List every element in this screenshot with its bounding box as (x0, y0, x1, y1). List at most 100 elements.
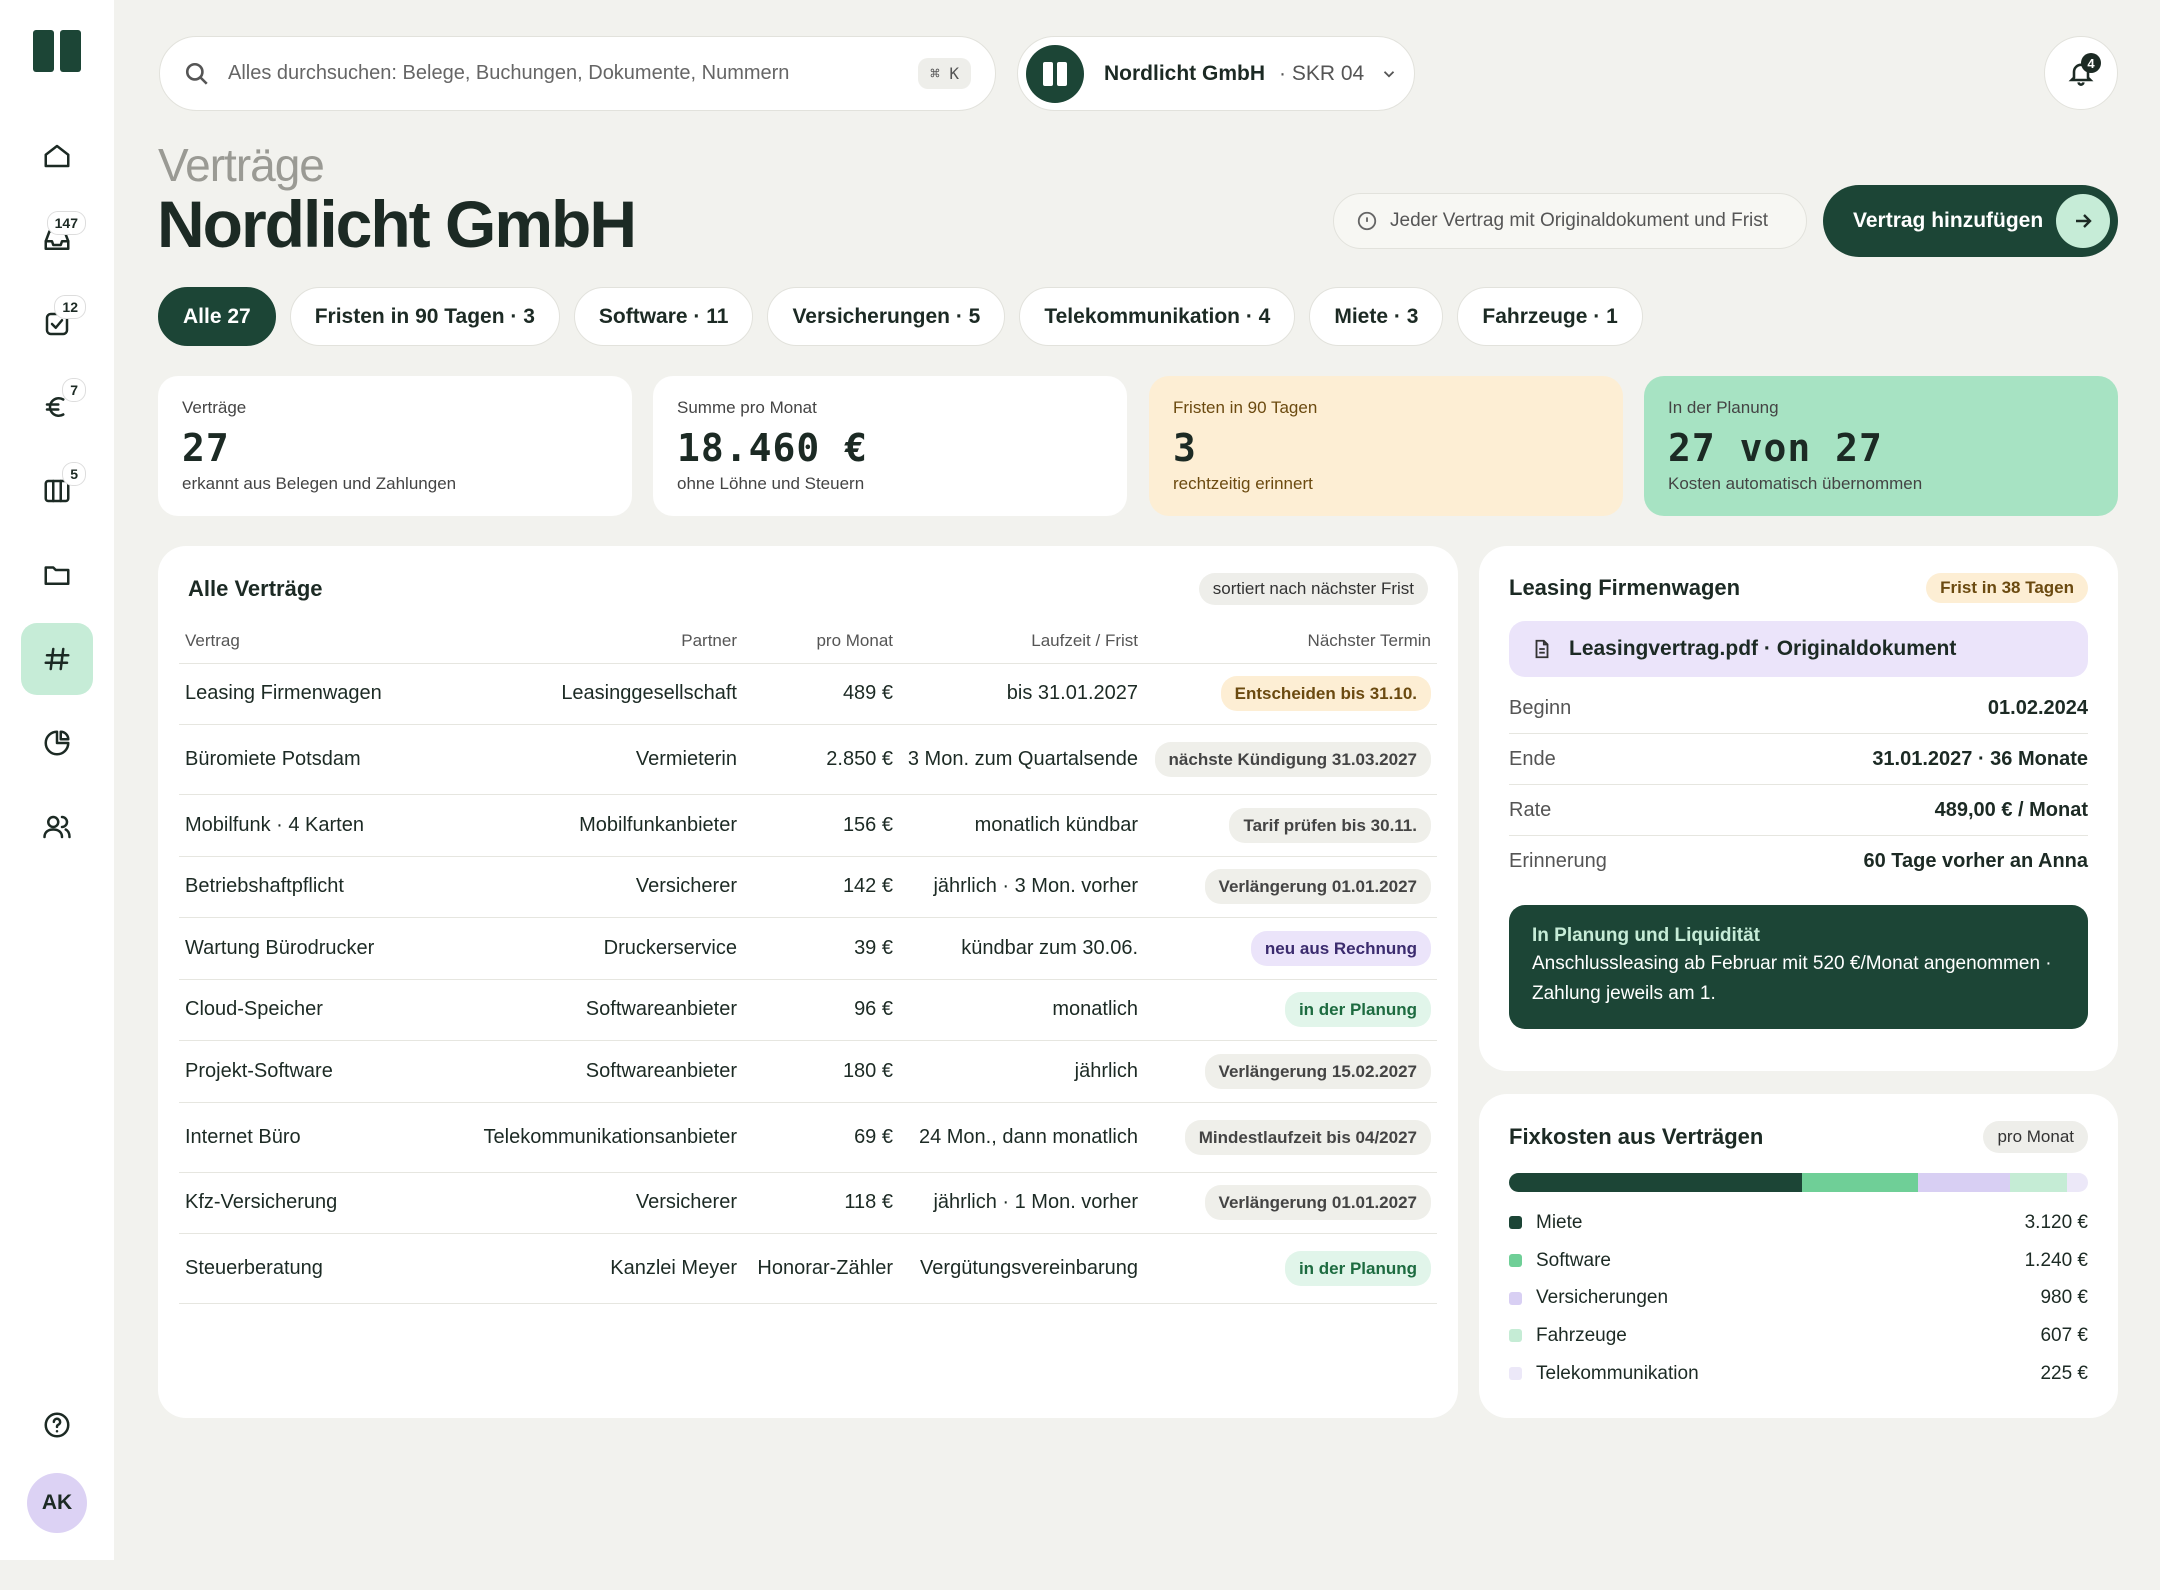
legend-swatch (1509, 1216, 1522, 1230)
euro-icon[interactable]: 7 (21, 371, 93, 443)
notifications-button[interactable]: 4 (2044, 36, 2118, 110)
cell-monthly: 489 € (743, 663, 899, 725)
search-icon (185, 62, 208, 85)
stat-sub: rechtzeitig erinnert (1173, 474, 1313, 493)
stat-label: Fristen in 90 Tagen (1173, 398, 1318, 417)
legend-swatch (1509, 1291, 1522, 1305)
bar-segment-miete (1509, 1173, 1802, 1192)
app-logo[interactable] (33, 30, 81, 72)
stat-card-planning: In der Planung 27 von 27 Kosten automati… (1644, 376, 2118, 516)
cell-monthly: 2.850 € (743, 724, 899, 795)
col-next-date[interactable]: Nächster Termin (1144, 619, 1437, 664)
pie-chart-icon[interactable] (21, 707, 93, 779)
cell-monthly: 39 € (743, 917, 899, 980)
search-bar[interactable]: Alles durchsuchen: Belege, Buchungen, Do… (159, 36, 996, 111)
stat-value: 3 (1173, 426, 1197, 470)
next-date-tag: Entscheiden bis 31.10. (1220, 676, 1431, 712)
contract-detail-card: Leasing Firmenwagen Frist in 38 Tagen Le… (1479, 546, 2118, 1071)
help-icon[interactable] (21, 1389, 93, 1461)
fixed-costs-title: Fixkosten aus Verträgen (1509, 1124, 1764, 1149)
legend-label: Fahrzeuge (1536, 1324, 1627, 1346)
document-icon (1535, 639, 1549, 659)
cell-term: 3 Mon. zum Quartalsende (899, 724, 1144, 795)
detail-title: Leasing Firmenwagen (1509, 575, 1741, 600)
table-row[interactable]: Cloud-Speicher Softwareanbieter 96 € monatl… (179, 979, 1437, 1041)
detail-row-reminder: Erinnerung 60 Tage vorher an Anna (1509, 836, 2088, 887)
company-switcher[interactable]: Nordlicht GmbH · SKR 04 (1017, 36, 1415, 111)
filter-chip-all[interactable]: Alle 27 (158, 287, 276, 346)
add-contract-button[interactable]: Vertrag hinzufügen (1823, 185, 2118, 257)
legend-swatch (1509, 1329, 1522, 1343)
legend-item: Miete 3.120 € (1509, 1204, 2088, 1242)
table-row[interactable]: Betriebshaftpflicht Versicherer 142 € jährl… (179, 856, 1437, 918)
legend-swatch (1509, 1254, 1522, 1268)
cell-partner: Versicherer (471, 1172, 743, 1234)
cell-contract-name: Cloud-Speicher (179, 979, 471, 1041)
stat-sub: Kosten automatisch übernommen (1668, 474, 1923, 493)
col-monthly[interactable]: pro Monat (743, 619, 899, 664)
cell-contract-name: Betriebshaftpflicht (179, 856, 471, 918)
table-row[interactable]: Steuerberatung Kanzlei Meyer Honorar-Zähle… (179, 1233, 1437, 1304)
next-date-tag: neu aus Rechnung (1250, 930, 1431, 966)
hint-text: Jeder Vertrag mit Originaldokument und F… (1390, 210, 1769, 231)
document-name: Leasingvertrag.pdf · Originaldokument (1569, 637, 1957, 660)
field-value: 489,00 € / Monat (1934, 798, 2088, 821)
hash-icon[interactable] (21, 623, 93, 695)
filter-chip-deadlines[interactable]: Fristen in 90 Tagen · 3 (289, 287, 560, 346)
planning-box: In Planung und Liquidität Anschlussleasi… (1509, 905, 2088, 1029)
table-row[interactable]: Internet Büro Telekommunikationsanbieter 6… (179, 1102, 1437, 1173)
filter-chip-insurance[interactable]: Versicherungen · 5 (767, 287, 1006, 346)
stat-card-contracts: Verträge 27 erkannt aus Belegen und Zahl… (158, 376, 632, 516)
search-input[interactable]: Alles durchsuchen: Belege, Buchungen, Do… (228, 62, 918, 85)
filter-chip-rent[interactable]: Miete · 3 (1309, 287, 1444, 346)
stat-card-monthly-sum: Summe pro Monat 18.460 € ohne Löhne und … (653, 376, 1127, 516)
original-document-link[interactable]: Leasingvertrag.pdf · Originaldokument (1509, 621, 2088, 677)
avatar[interactable]: AK (27, 1473, 87, 1533)
col-partner[interactable]: Partner (471, 619, 743, 664)
cell-monthly: Honorar-Zähler (743, 1233, 899, 1304)
users-icon[interactable] (21, 791, 93, 863)
table-row[interactable]: Büromiete Potsdam Vermieterin 2.850 €3 Mon… (179, 724, 1437, 795)
cell-monthly: 180 € (743, 1040, 899, 1103)
home-icon[interactable] (21, 120, 93, 192)
inbox-icon[interactable]: 147 (21, 204, 93, 276)
legend-value: 980 € (2040, 1287, 2088, 1309)
stat-value: 27 (182, 426, 230, 470)
filter-chip-software[interactable]: Software · 11 (573, 287, 754, 346)
sort-indicator[interactable]: sortiert nach nächster Frist (1198, 573, 1428, 605)
col-term[interactable]: Laufzeit / Frist (899, 619, 1144, 664)
page-title: Nordlicht GmbH (157, 187, 637, 261)
field-label: Beginn (1509, 696, 1572, 719)
contracts-table: Vertrag Partner pro Monat Laufzeit / Fri… (179, 619, 1437, 1304)
field-label: Erinnerung (1509, 850, 1607, 872)
field-label: Ende (1509, 747, 1556, 770)
table-row[interactable]: Wartung Bürodrucker Druckerservice 39 € kün… (179, 917, 1437, 980)
legend-label: Versicherungen (1536, 1287, 1669, 1309)
table-row[interactable]: Projekt-Software Softwareanbieter 180 € jäh… (179, 1040, 1437, 1103)
stat-value: 27 von 27 (1668, 426, 1883, 470)
tasks-icon[interactable]: 12 (21, 288, 93, 360)
col-contract[interactable]: Vertrag (179, 619, 471, 664)
cell-next-date: Mindestlaufzeit bis 04/2027 (1144, 1102, 1437, 1173)
legend-item: Telekommunikation 225 € (1509, 1355, 2088, 1393)
cell-next-date: Verlängerung 15.02.2027 (1144, 1040, 1437, 1103)
legend-item: Versicherungen 980 € (1509, 1279, 2088, 1317)
cell-contract-name: Kfz-Versicherung (179, 1172, 471, 1234)
table-row[interactable]: Mobilfunk · 4 Karten Mobilfunkanbieter 156… (179, 794, 1437, 857)
table-row[interactable]: Leasing Firmenwagen Leasinggesellschaft 48… (179, 663, 1437, 725)
filter-chip-vehicles[interactable]: Fahrzeuge · 1 (1457, 287, 1643, 346)
stat-label: In der Planung (1668, 398, 1779, 417)
table-row[interactable]: Kfz-Versicherung Versicherer 118 € jährlich… (179, 1172, 1437, 1234)
cell-term: 24 Mon., dann monatlich (899, 1102, 1144, 1173)
legend-label: Miete (1536, 1211, 1583, 1233)
legend-swatch (1509, 1367, 1522, 1381)
filter-chips: Alle 27 Fristen in 90 Tagen · 3 Software… (158, 287, 1643, 346)
filter-chip-telecom[interactable]: Telekommunikation · 4 (1019, 287, 1296, 346)
bar-segment-versicherungen (1918, 1173, 2010, 1192)
columns-icon[interactable]: 5 (21, 455, 93, 527)
stat-sub: erkannt aus Belegen und Zahlungen (182, 474, 457, 493)
period-selector[interactable]: pro Monat (1983, 1121, 2088, 1153)
field-value: 60 Tage vorher an Anna (1863, 850, 2088, 872)
folder-icon[interactable] (21, 539, 93, 611)
cell-partner: Vermieterin (471, 724, 743, 795)
